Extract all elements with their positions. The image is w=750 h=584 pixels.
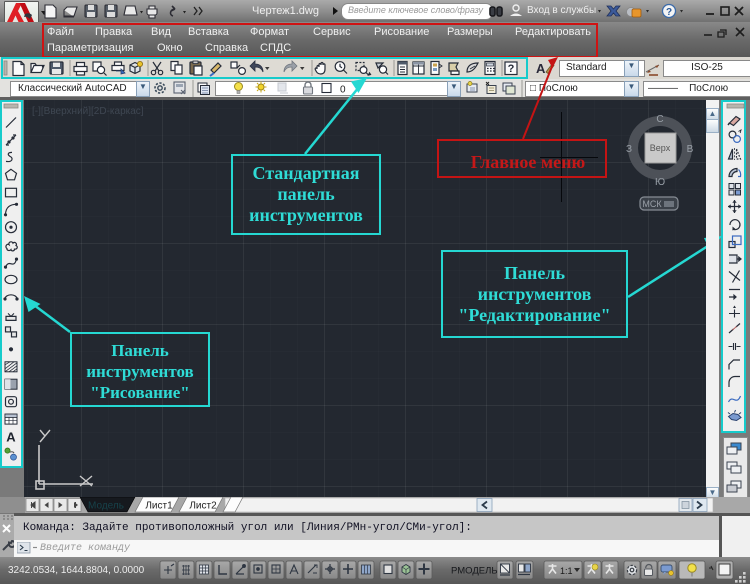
- svg-text:Модель: Модель: [88, 501, 124, 512]
- svg-text:A: A: [6, 430, 16, 445]
- svg-text:РМОДЕЛЬ: РМОДЕЛЬ: [451, 566, 498, 577]
- svg-text:1:1: 1:1: [560, 566, 573, 576]
- svg-text:Лист1: Лист1: [145, 501, 173, 512]
- svg-text:Лист2: Лист2: [189, 501, 217, 512]
